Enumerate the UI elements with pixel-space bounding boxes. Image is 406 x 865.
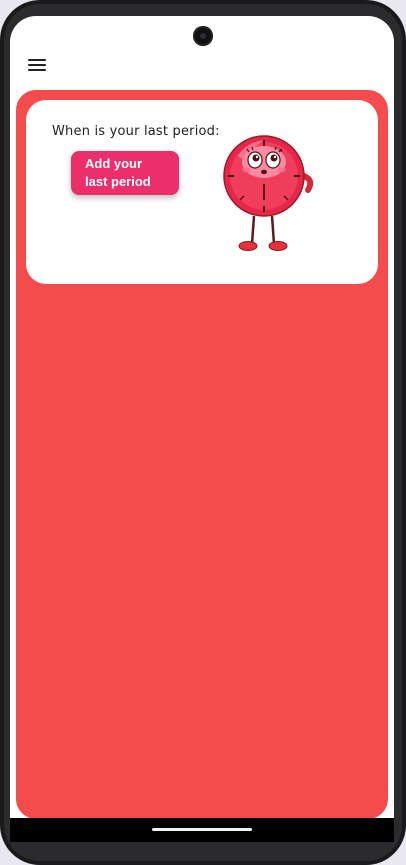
last-period-prompt: When is your last period: bbox=[52, 124, 220, 139]
app-screen: When is your last period: Add your last … bbox=[10, 16, 394, 842]
hamburger-menu-icon[interactable] bbox=[26, 56, 50, 76]
main-panel: When is your last period: Add your last … bbox=[16, 90, 388, 819]
front-camera bbox=[193, 26, 213, 46]
clock-mascot-icon bbox=[223, 135, 314, 251]
home-indicator[interactable] bbox=[152, 828, 252, 831]
last-period-card: When is your last period: Add your last … bbox=[26, 100, 378, 284]
device-frame: When is your last period: Add your last … bbox=[0, 0, 406, 865]
add-last-period-button[interactable]: Add your last period bbox=[71, 151, 179, 195]
navigation-bar bbox=[10, 818, 394, 842]
